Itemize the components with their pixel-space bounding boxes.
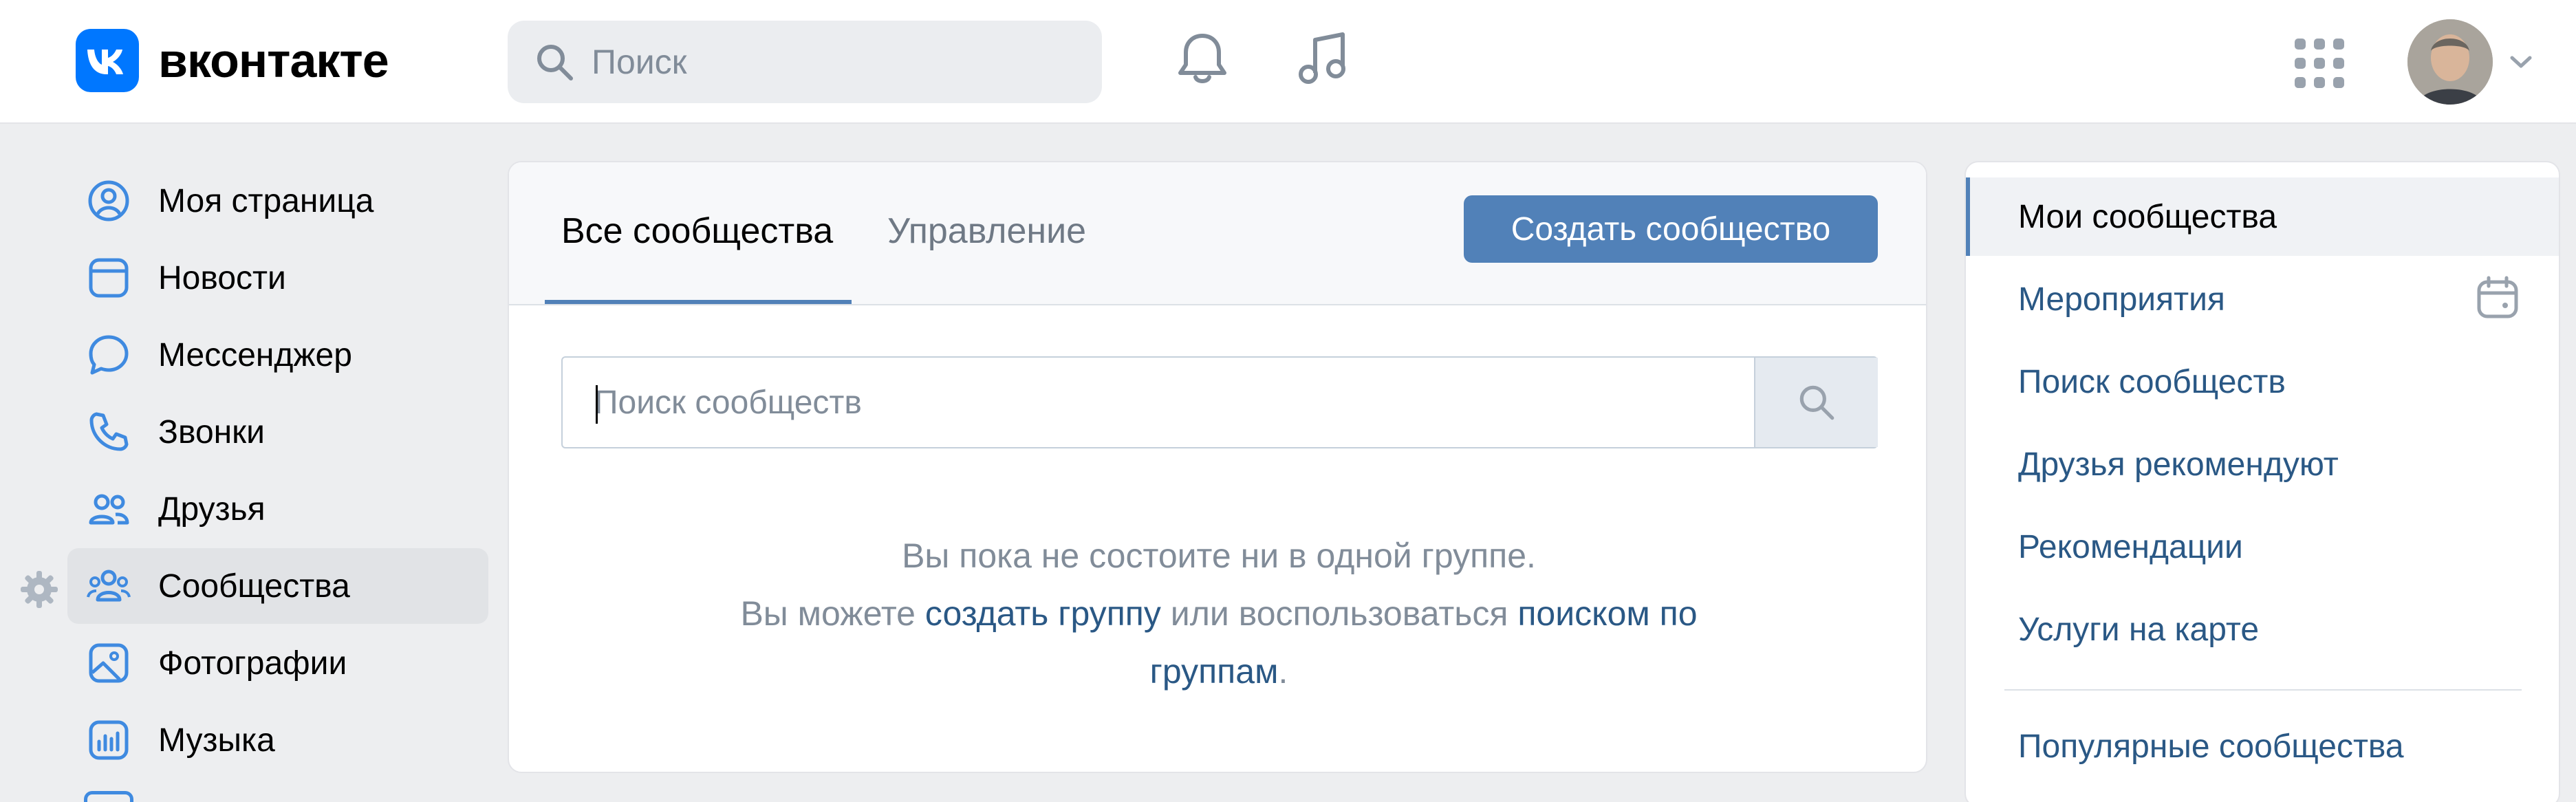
empty-state-text: . <box>1278 652 1288 691</box>
sidebar-next-item-icon <box>84 791 133 802</box>
message-icon <box>84 330 133 380</box>
sidebar-item-label: Музыка <box>158 722 275 759</box>
right-menu-divider <box>2004 689 2522 691</box>
right-menu-my-communities[interactable]: Мои сообщества <box>1966 177 2559 256</box>
sidebar-item-label: Мессенджер <box>158 336 352 373</box>
communities-panel: Все сообщества Управление Создать сообще… <box>508 161 1927 773</box>
sidebar-item-news[interactable]: Новости <box>67 240 488 316</box>
photo-icon <box>84 638 133 688</box>
right-menu-map-services[interactable]: Услуги на карте <box>1966 590 2559 669</box>
sidebar-item-label: Сообщества <box>158 567 350 605</box>
empty-state-line-3: группам. <box>509 642 1926 700</box>
logo-text[interactable]: вконтакте <box>158 33 389 88</box>
community-search-button[interactable] <box>1754 358 1878 447</box>
right-menu-label: Мероприятия <box>2018 281 2225 318</box>
right-menu-label: Популярные сообщества <box>2018 728 2404 765</box>
text-caret <box>596 385 598 424</box>
phone-icon <box>84 407 133 457</box>
right-menu-friends-recommend[interactable]: Друзья рекомендуют <box>1966 425 2559 503</box>
right-menu-label: Рекомендации <box>2018 528 2243 565</box>
right-menu-label: Услуги на карте <box>2018 611 2260 648</box>
sidebar-item-communities[interactable]: Сообщества <box>67 548 488 624</box>
sidebar-item-messenger[interactable]: Мессенджер <box>67 317 488 393</box>
gear-icon[interactable] <box>18 568 61 611</box>
community-search-box[interactable] <box>561 356 1878 448</box>
calendar-icon[interactable] <box>2475 275 2520 321</box>
right-menu-label: Друзья рекомендуют <box>2018 446 2339 483</box>
search-groups-link-continued[interactable]: группам <box>1150 652 1279 691</box>
sidebar-item-music[interactable]: Музыка <box>67 702 488 778</box>
header-search-box[interactable] <box>508 21 1102 103</box>
tabs-bar: Все сообщества Управление Создать сообще… <box>509 162 1926 305</box>
sidebar-item-photos[interactable]: Фотографии <box>67 625 488 701</box>
music-icon[interactable] <box>1295 30 1350 88</box>
community-search-input[interactable] <box>594 378 1695 426</box>
active-tab-indicator <box>545 300 852 304</box>
empty-state-text: Вы можете <box>740 594 925 633</box>
right-menu-search-communities[interactable]: Поиск сообществ <box>1966 343 2559 421</box>
apps-grid-icon[interactable] <box>2293 37 2346 89</box>
empty-state-line-2: Вы можете создать группу или воспользова… <box>509 585 1926 642</box>
create-group-link[interactable]: создать группу <box>925 594 1161 633</box>
right-menu-label: Мои сообщества <box>2018 198 2277 235</box>
sidebar-item-label: Друзья <box>158 490 266 528</box>
user-circle-icon <box>84 176 133 226</box>
tab-manage[interactable]: Управление <box>887 210 1086 252</box>
friends-icon <box>84 484 133 534</box>
search-groups-link[interactable]: поиском по <box>1517 594 1697 633</box>
right-menu-popular-communities[interactable]: Популярные сообщества <box>1966 707 2559 785</box>
header-search-input[interactable] <box>592 42 1073 82</box>
empty-state-text: Вы пока не состоите ни в одной группе. <box>902 537 1536 575</box>
chevron-down-icon[interactable] <box>2504 48 2538 76</box>
sidebar-item-my-page[interactable]: Моя страница <box>67 163 488 239</box>
sidebar-item-friends[interactable]: Друзья <box>67 471 488 547</box>
sidebar-item-label: Новости <box>158 259 286 296</box>
communities-icon <box>84 561 133 611</box>
search-icon <box>537 45 573 80</box>
avatar[interactable] <box>2407 19 2493 105</box>
sidebar-item-calls[interactable]: Звонки <box>67 394 488 470</box>
empty-state-line-1: Вы пока не состоите ни в одной группе. <box>509 527 1926 585</box>
right-menu-label: Поиск сообществ <box>2018 363 2286 400</box>
sidebar-item-label: Моя страница <box>158 182 374 219</box>
empty-state-text: или воспользоваться <box>1160 594 1518 633</box>
bell-icon[interactable] <box>1175 30 1230 88</box>
top-header: вконтакте <box>0 0 2576 124</box>
music-chart-icon <box>84 715 133 765</box>
search-icon <box>1799 385 1834 420</box>
news-icon <box>84 253 133 303</box>
right-menu: Мои сообщества Мероприятия Поиск сообщес… <box>1965 161 2560 802</box>
right-menu-events[interactable]: Мероприятия <box>1966 260 2559 338</box>
vk-logo-icon[interactable] <box>76 29 139 92</box>
create-community-button[interactable]: Создать сообщество <box>1464 195 1878 263</box>
sidebar-item-label: Звонки <box>158 413 265 451</box>
sidebar-item-label: Фотографии <box>158 644 347 682</box>
tab-all-communities[interactable]: Все сообщества <box>561 210 833 252</box>
right-menu-recommendations[interactable]: Рекомендации <box>1966 508 2559 586</box>
